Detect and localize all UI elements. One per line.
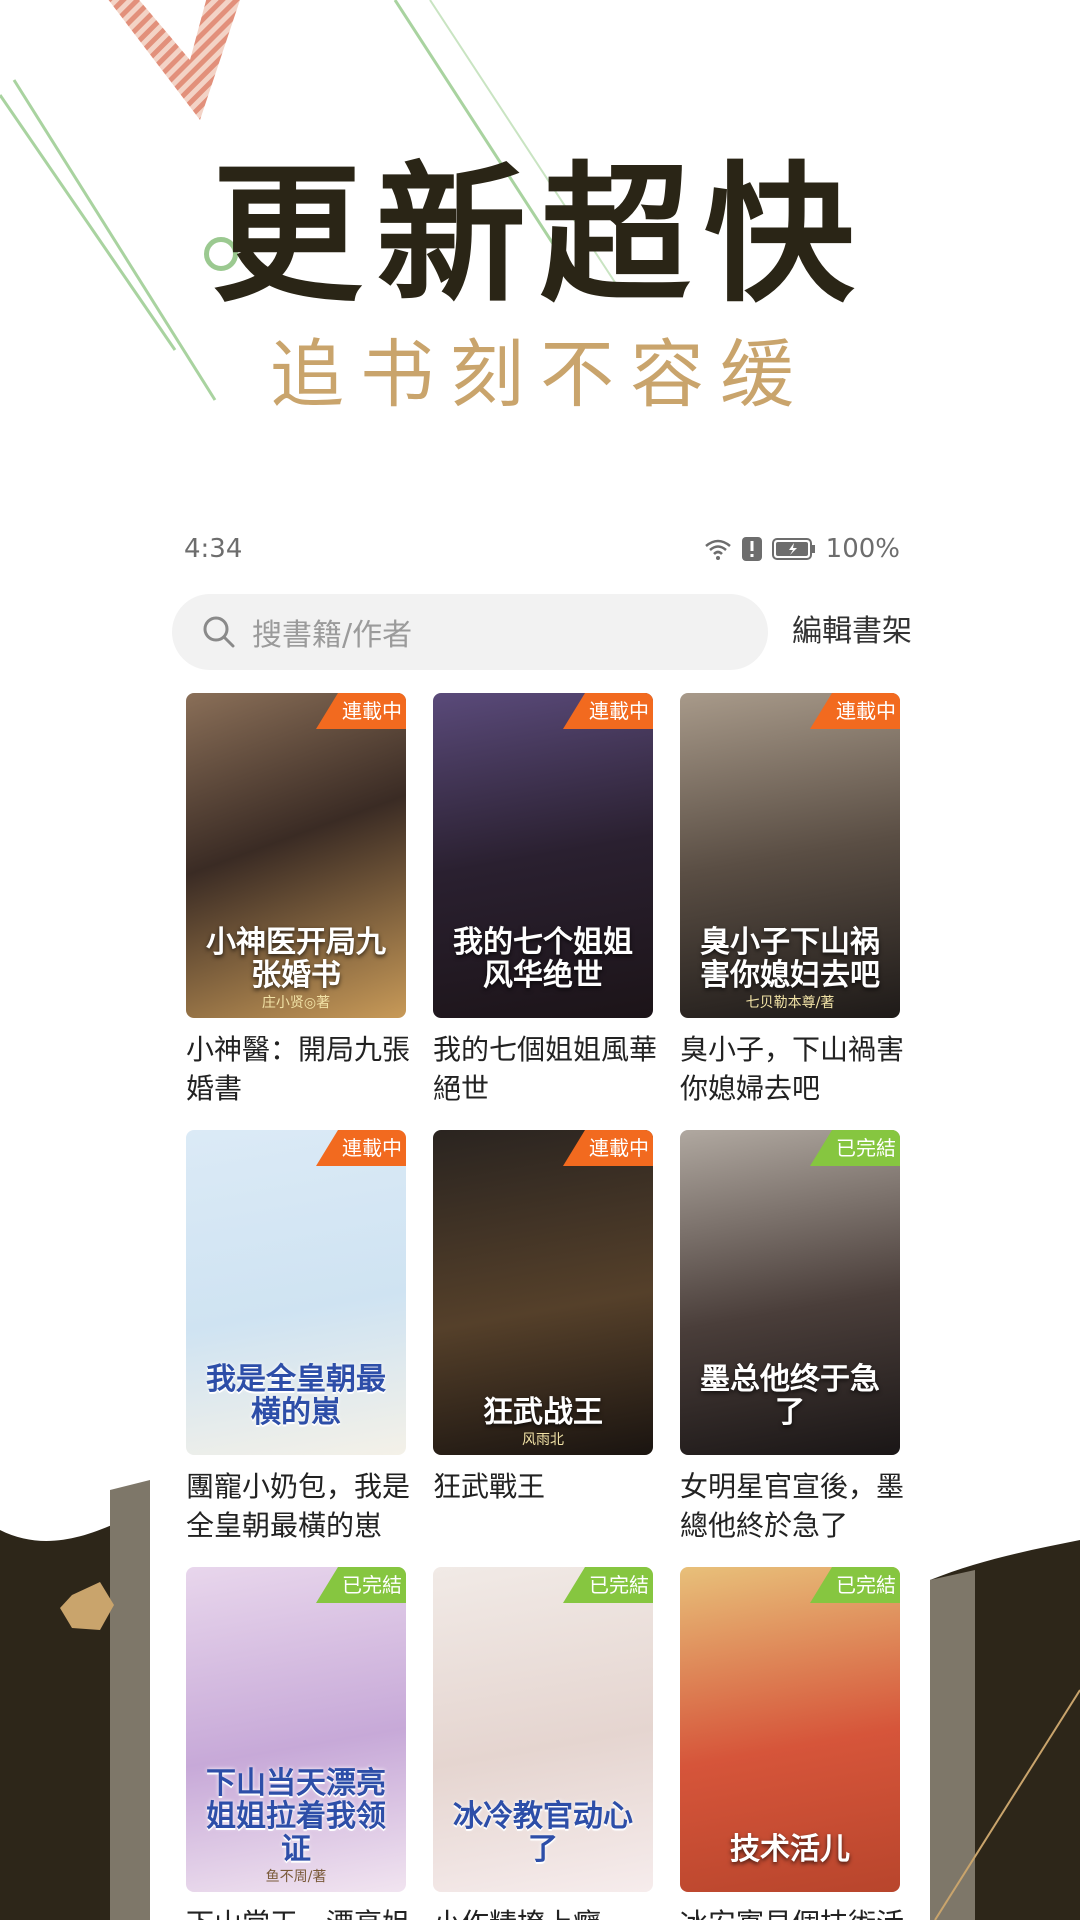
search-row: 搜書籍/作者 編輯書架	[172, 594, 912, 670]
battery-icon	[771, 538, 815, 560]
book-cover[interactable]: 下山当天漂亮姐姐拉着我领证鱼不周/著 已完結	[186, 1567, 406, 1892]
status-badge: 已完結	[810, 1130, 900, 1166]
status-badge: 已完結	[563, 1567, 653, 1603]
cover-title-art: 下山当天漂亮姐姐拉着我领证	[206, 1766, 386, 1867]
status-badge: 連載中	[810, 693, 900, 729]
book-title[interactable]: 我的七個姐姐風華絕世	[433, 1030, 671, 1108]
book-item[interactable]: 下山当天漂亮姐姐拉着我领证鱼不周/著已完結下山當天，漂亮姐	[186, 1567, 410, 1920]
book-title[interactable]: 狂武戰王	[433, 1467, 671, 1506]
book-item[interactable]: 我的七个姐姐风华绝世 連載中 我的七個姐姐風華絕世	[433, 693, 657, 1108]
search-input[interactable]: 搜書籍/作者	[172, 594, 768, 670]
status-badge: 連載中	[316, 693, 406, 729]
book-cover[interactable]: 墨总他终于急了 已完結	[680, 1130, 900, 1455]
book-title[interactable]: 臭小子，下山禍害你媳婦去吧	[680, 1030, 918, 1108]
book-item[interactable]: 冰冷教官动心了已完結小作精撩上癮，	[433, 1567, 653, 1920]
cover-title-art: 墨总他终于急了	[700, 1362, 880, 1430]
cover-title-art: 狂武战王	[483, 1395, 603, 1430]
cover-author: 风雨北	[522, 1432, 564, 1448]
book-item[interactable]: 我是全皇朝最横的崽 連載中 團寵小奶包，我是全皇朝最橫的崽	[186, 1130, 410, 1545]
book-title[interactable]: 女明星官宣後，墨總他終於急了	[680, 1467, 918, 1545]
book-item[interactable]: 小神医开局九张婚书 庄小贤◎著 連載中 小神醫：開局九張婚書	[186, 693, 410, 1108]
status-bar: 4:34 100%	[184, 524, 900, 574]
book-title[interactable]: 下山當天，漂亮姐	[186, 1904, 424, 1920]
book-item[interactable]: 技术活儿已完結冰安寡見個技術活兒	[680, 1567, 904, 1920]
book-cover[interactable]: 臭小子下山祸害你媳妇去吧七贝勒本尊/著 連載中	[680, 693, 900, 1018]
status-icons: 100%	[704, 534, 900, 564]
phone-screen: 4:34 100% 搜書籍/作者 編輯書架 小神医开局九张婚书 庄小贤◎著 連載…	[150, 510, 930, 1920]
book-title[interactable]: 小作精撩上癮，	[433, 1904, 671, 1920]
hero-title: 更新超快	[211, 147, 868, 323]
status-badge: 連載中	[316, 1130, 406, 1166]
search-icon	[203, 616, 235, 648]
book-cover[interactable]: 技术活儿 已完結	[680, 1567, 900, 1892]
cover-author: 庄小贤◎著	[261, 995, 331, 1011]
status-badge: 連載中	[563, 1130, 653, 1166]
cover-title-art: 我的七个姐姐风华绝世	[453, 925, 633, 993]
book-title[interactable]: 小神醫：開局九張婚書	[186, 1030, 424, 1108]
wifi-icon	[704, 539, 731, 560]
cover-author: 七贝勒本尊/著	[745, 995, 835, 1011]
book-cover[interactable]: 我的七个姐姐风华绝世 連載中	[433, 693, 653, 1018]
battery-percent: 100%	[825, 534, 900, 564]
hero-subtitle: 追书刻不容缓	[270, 332, 810, 418]
book-item[interactable]: 臭小子下山祸害你媳妇去吧 七贝勒本尊/著 連載中 臭小子，下山禍害你媳婦去吧	[680, 693, 904, 1108]
cover-title-art: 冰冷教官动心了	[453, 1799, 633, 1867]
book-cover[interactable]: 冰冷教官动心了 已完結	[433, 1567, 653, 1892]
screen: 更新超快 追书刻不容缓 4:34 100% 搜書籍/作者 編輯書架 小神医开局九…	[0, 0, 1080, 1920]
status-time: 4:34	[184, 534, 243, 564]
book-title[interactable]: 冰安寡見個技術活兒	[680, 1904, 918, 1920]
alert-icon	[741, 537, 762, 561]
book-cover[interactable]: 我是全皇朝最横的崽 連載中	[186, 1130, 406, 1455]
edit-shelf-button[interactable]: 編輯書架	[792, 594, 912, 670]
book-item[interactable]: 墨总他终于急了 已完結 女明星官宣後，墨總他終於急了	[680, 1130, 904, 1545]
status-badge: 已完結	[810, 1567, 900, 1603]
search-placeholder: 搜書籍/作者	[252, 618, 413, 653]
book-item[interactable]: 狂武战王 风雨北 連載中 狂武戰王	[433, 1130, 653, 1506]
status-badge: 連載中	[563, 693, 653, 729]
cover-title-art: 小神医开局九张婚书	[206, 925, 386, 993]
cover-title-art: 臭小子下山祸害你媳妇去吧	[700, 925, 880, 993]
status-badge: 已完結	[316, 1567, 406, 1603]
cover-title-art: 技术活儿	[730, 1832, 850, 1867]
cover-title-art: 我是全皇朝最横的崽	[206, 1362, 386, 1430]
book-cover[interactable]: 狂武战王风雨北 連載中	[433, 1130, 653, 1455]
book-cover[interactable]: 小神医开局九张婚书庄小贤◎著 連載中	[186, 693, 406, 1018]
book-title[interactable]: 團寵小奶包，我是全皇朝最橫的崽	[186, 1467, 424, 1545]
cover-author: 鱼不周/著	[265, 1869, 327, 1885]
